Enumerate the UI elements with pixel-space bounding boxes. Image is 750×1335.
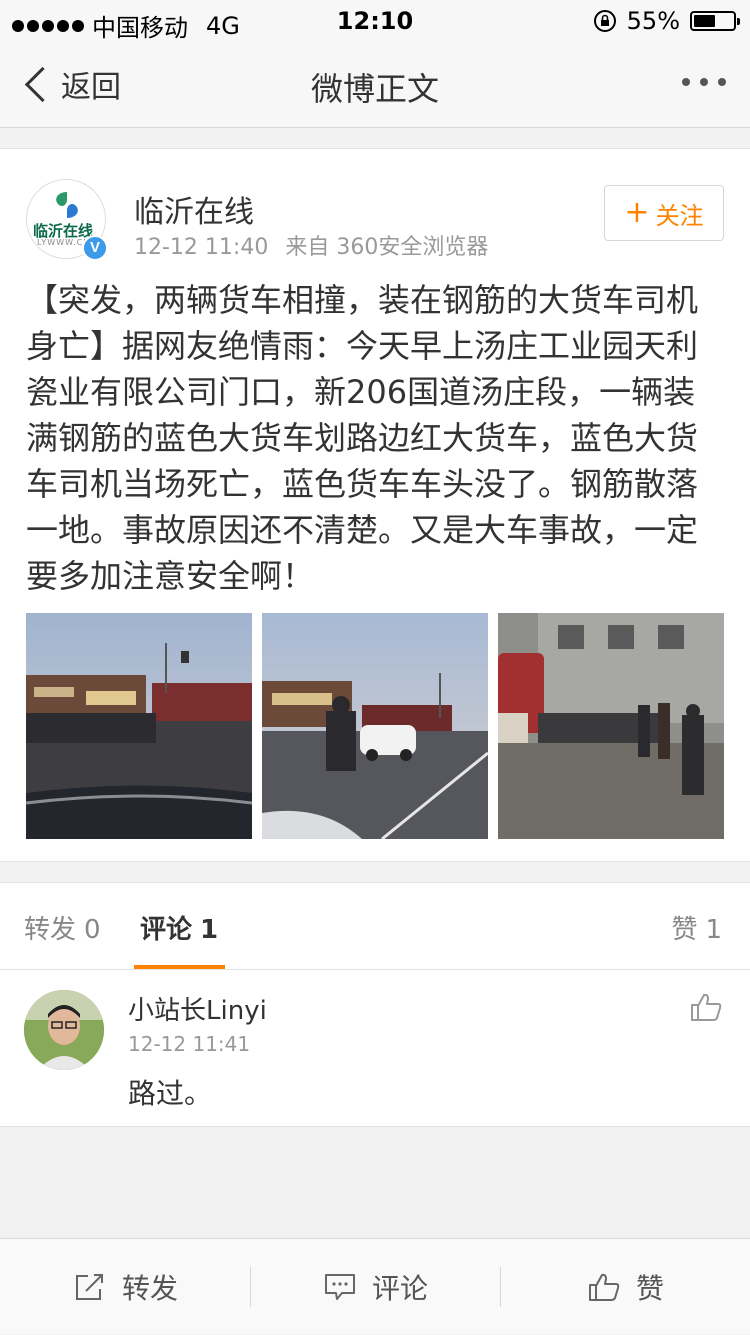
post-photo-3[interactable] [498,613,724,839]
logo-swirl-icon [56,192,78,218]
rotation-lock-icon [593,10,616,32]
post-time: 12-12 11:40 [134,235,269,260]
thumbs-up-icon [691,993,722,1021]
commenter-photo-image [24,990,104,1070]
tab-reposts-label: 转发 [24,915,77,945]
battery-percent: 55% [626,7,680,35]
tab-likes-label: 赞 [671,915,698,945]
post-meta: 12-12 11:40 来自 360安全浏览器 [134,229,488,261]
post-text: 【突发，两辆货车相撞，装在钢筋的大货车司机身亡】据网友绝情雨：今天早上汤庄工业园… [26,281,699,595]
comment-label: 评论 [372,1272,429,1305]
tab-reposts-count: 0 [84,915,101,945]
post-card: 临沂在线 LYWWW.CN V 临沂在线 12-12 11:40 来自 360安… [0,148,750,862]
repost-icon [76,1274,103,1300]
comment-item: 小站长Linyi 12-12 11:41 路过。 [0,970,750,1127]
divider [500,1267,501,1307]
page-title: 微博正文 [310,70,439,108]
comment-text: 路过。 [128,1077,213,1110]
repost-label: 转发 [122,1272,179,1305]
post-photo-1[interactable] [26,613,252,839]
navigation-bar: 返回 微博正文 [0,40,750,128]
tab-comments-count: 1 [200,915,219,945]
follow-label: 关注 [655,201,704,230]
verified-badge-icon: V [82,235,108,261]
more-dots-icon [682,78,690,86]
bottom-action-bar: 转发 评论 赞 [0,1238,750,1334]
thumbs-up-icon [589,1273,620,1301]
comment-time: 12-12 11:41 [128,1032,251,1056]
post-photo-2[interactable] [262,613,488,839]
commenter-name[interactable]: 小站长Linyi [128,990,267,1027]
battery-icon [690,11,740,31]
comment-icon [325,1274,355,1300]
plus-icon: + [624,195,650,230]
accident-photo-3-image [498,613,724,839]
author-avatar[interactable]: 临沂在线 LYWWW.CN V [26,179,108,261]
status-bar: 中国移动 4G 12:10 55% [0,0,750,42]
commenter-avatar[interactable] [24,990,104,1070]
tab-reposts[interactable]: 转发 0 [24,909,101,946]
comment-like-button[interactable] [690,992,722,1026]
tab-likes-count: 1 [705,915,722,945]
like-button[interactable]: 赞 [588,1239,664,1335]
repost-button[interactable]: 转发 [74,1239,178,1335]
interaction-tabs: 转发 0 评论 1 赞1 [0,882,750,970]
tab-comments[interactable]: 评论 1 [140,909,218,946]
post-source: 来自 360安全浏览器 [285,235,489,260]
more-button[interactable] [682,78,726,86]
author-name[interactable]: 临沂在线 [134,187,254,231]
accident-photo-1-image [26,613,252,839]
like-label: 赞 [636,1272,665,1305]
accident-photo-2-image [262,613,488,839]
follow-button[interactable]: + 关注 [604,185,724,241]
comment-button[interactable]: 评论 [324,1239,428,1335]
post-photos [26,613,724,839]
active-tab-indicator [134,965,225,969]
tab-comments-label: 评论 [140,915,193,945]
tab-likes[interactable]: 赞1 [671,909,722,946]
divider [250,1267,251,1307]
